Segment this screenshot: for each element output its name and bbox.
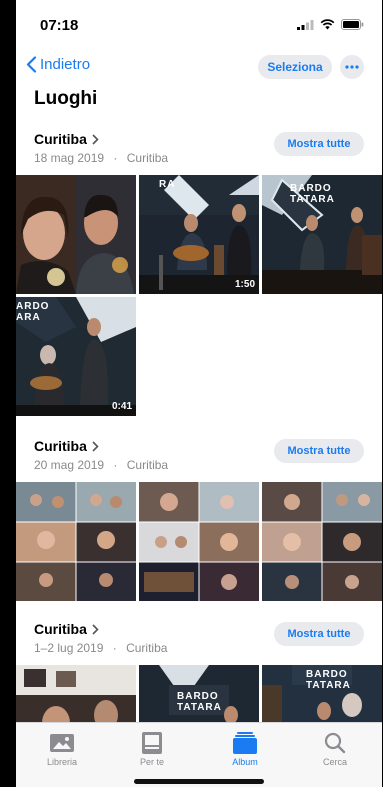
place-title-button[interactable]: Curitiba [34,438,99,454]
sign-text: ARDO ARA [16,301,49,323]
status-icons [297,19,364,30]
separator-dot: · [113,458,118,472]
sign-text: RA [159,179,176,190]
show-all-button[interactable]: Mostra tutte [274,132,364,156]
sign-text: BARDO TATARA [306,669,351,691]
tab-library[interactable]: Libreria [27,729,97,767]
phone-screen: 07:18 Indietro Seleziona Luoghi Curitiba… [16,0,382,787]
search-icon [324,732,346,754]
page-title: Luoghi [34,88,98,109]
place-subtitle: 20 mag 2019 · Curitiba [34,458,168,472]
photo-thumbnail[interactable] [16,175,136,294]
status-bar: 07:18 [16,0,382,50]
video-thumbnail[interactable]: RA 1:50 [139,175,259,294]
place-date: 20 mag 2019 [34,458,105,472]
sign-line-1: BARDO [177,691,219,702]
show-all-button[interactable]: Mostra tutte [274,439,364,463]
signal-icon [297,20,314,30]
place-location: Curitiba [126,458,169,472]
more-button[interactable] [340,55,364,79]
place-name: Curitiba [34,131,87,147]
place-section-2: Curitiba 20 mag 2019 · Curitiba Mostra t… [16,434,382,601]
photo-thumbnail[interactable]: BARDO TATARA [262,175,382,294]
place-subtitle: 1–2 lug 2019 · Curitiba [34,641,167,655]
place-location: Curitiba [126,151,169,165]
battery-icon [341,19,364,30]
section-header: Curitiba 20 mag 2019 · Curitiba Mostra t… [16,434,382,482]
sign-text: BARDO TATARA [177,691,222,713]
collage-thumbnail[interactable] [262,482,382,601]
tab-album[interactable]: Album [210,729,280,767]
video-duration: 0:41 [111,401,132,412]
photos-icon [50,734,74,752]
tab-label: Cerca [322,757,347,767]
sign-line-1: ARDO [16,301,50,312]
back-label: Indietro [40,56,91,73]
tab-for-you[interactable]: Per te [117,729,187,767]
sign-line-2: ARA [16,312,41,323]
separator-dot: · [112,641,117,655]
chevron-right-icon [92,440,99,452]
home-indicator [134,779,264,784]
section-header: Curitiba 1–2 lug 2019 · Curitiba Mostra … [16,617,382,665]
place-section-1: Curitiba 18 mag 2019 · Curitiba Mostra t… [16,127,382,416]
for-you-icon [142,732,162,754]
place-date: 1–2 lug 2019 [34,641,104,655]
place-title-button[interactable]: Curitiba [34,621,99,637]
photo-grid: RA 1:50 BARDO TATARA ARDO ARA 0:41 [16,175,382,416]
place-location: Curitiba [126,641,168,655]
chevron-right-icon [92,133,99,145]
sign-line-2: TATARA [177,702,222,713]
place-subtitle: 18 mag 2019 · Curitiba [34,151,168,165]
sign-line-1: BARDO [290,183,332,194]
wifi-icon [320,19,335,30]
collage-thumbnail[interactable] [139,482,259,601]
navigation-bar: Indietro Seleziona [16,50,382,84]
sign-line-2: TATARA [306,680,351,691]
chevron-left-icon [26,56,37,73]
place-name: Curitiba [34,438,87,454]
collage-thumbnail[interactable] [16,482,136,601]
tab-label: Per te [139,757,164,767]
section-header: Curitiba 18 mag 2019 · Curitiba Mostra t… [16,127,382,175]
sign-line-1: BARDO [306,669,348,680]
photo-grid [16,482,382,601]
video-thumbnail[interactable]: ARDO ARA 0:41 [16,297,136,416]
place-name: Curitiba [34,621,87,637]
ellipsis-icon [345,65,359,69]
back-button[interactable]: Indietro [26,56,90,73]
place-title-button[interactable]: Curitiba [34,131,99,147]
sign-line-2: TATARA [290,194,335,205]
place-date: 18 mag 2019 [34,151,105,165]
video-duration: 1:50 [234,279,255,290]
show-all-button[interactable]: Mostra tutte [274,622,364,646]
chevron-right-icon [92,623,99,635]
tab-label: Libreria [46,757,77,767]
status-time: 07:18 [40,17,79,34]
sign-text: BARDO TATARA [290,183,335,205]
tab-search[interactable]: Cerca [300,729,370,767]
tab-label: Album [232,757,258,767]
album-icon [233,732,257,754]
tab-bar: Libreria Per te Album Cerca [16,722,382,787]
select-button[interactable]: Seleziona [258,55,332,79]
separator-dot: · [113,151,118,165]
